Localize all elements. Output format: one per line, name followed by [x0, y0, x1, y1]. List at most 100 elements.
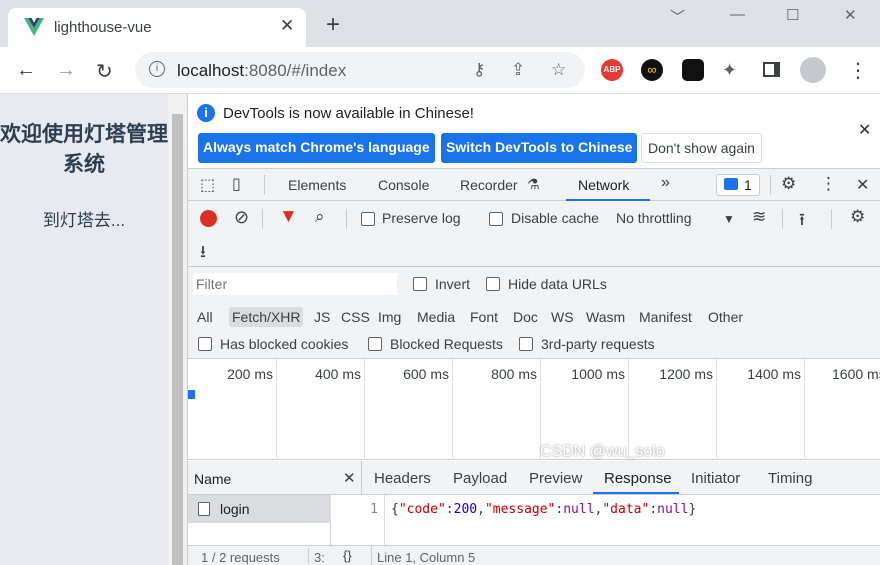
devtools-menu-icon[interactable]: ⋮ [820, 174, 837, 194]
settings-gear-icon[interactable]: ⚙ [781, 174, 796, 194]
type-filter-ws[interactable]: WS [548, 307, 577, 327]
tab-initiator[interactable]: Initiator [691, 470, 740, 487]
preserve-log-checkbox[interactable] [361, 212, 375, 226]
network-filter-bar: Invert Hide data URLs All Fetch/XHR JS C… [188, 267, 880, 359]
browser-tab[interactable]: lighthouse-vue ✕ [8, 8, 306, 47]
response-json-line: {"code":200,"message":null,"data":null} [391, 502, 697, 517]
lighthouse-link[interactable]: 到灯塔去... [0, 206, 168, 231]
response-body[interactable]: 1 {"code":200,"message":null,"data":null… [331, 495, 880, 545]
blocked-requests-checkbox[interactable] [368, 337, 382, 351]
type-filter-wasm[interactable]: Wasm [583, 307, 628, 327]
recorder-flask-icon: ⚗ [527, 176, 540, 192]
devtools-tabbar: ⬚ ▯ Elements Console Recorder ⚗ Network … [188, 168, 880, 201]
request-row[interactable]: login [188, 495, 331, 523]
window-close-icon[interactable]: ✕ [844, 6, 857, 24]
type-filter-font[interactable]: Font [467, 307, 501, 327]
adblock-icon[interactable]: ABP [601, 59, 623, 81]
tab-timing[interactable]: Timing [768, 470, 812, 487]
timeline-tick-label: 800 ms [491, 366, 537, 382]
type-filter-js[interactable]: JS [311, 307, 333, 327]
infobar-close-icon[interactable]: ✕ [858, 120, 871, 140]
pretty-print-icon[interactable]: {} [343, 548, 352, 563]
divider [371, 546, 372, 565]
tab-title: lighthouse-vue [54, 19, 152, 36]
filter-input[interactable] [193, 273, 397, 295]
forward-icon[interactable]: → [56, 59, 76, 82]
type-filter-all[interactable]: All [194, 307, 216, 327]
share-icon[interactable]: ⇪ [511, 60, 525, 80]
divider [782, 209, 783, 229]
type-filter-media[interactable]: Media [414, 307, 458, 327]
issues-icon [724, 178, 738, 190]
close-devtools-icon[interactable]: ✕ [856, 175, 869, 195]
extension-dark-icon[interactable] [682, 59, 704, 81]
transfer-size: 3: [314, 550, 325, 565]
tab-elements[interactable]: Elements [288, 177, 346, 193]
timeline-tick-label: 600 ms [403, 366, 449, 382]
extensions-puzzle-icon[interactable]: ✦ [722, 60, 737, 81]
bookmark-star-icon[interactable]: ☆ [551, 60, 566, 80]
export-har-icon[interactable]: ⭳ [200, 239, 206, 268]
profile-avatar[interactable] [800, 57, 826, 83]
name-column-header[interactable]: Name [188, 461, 331, 495]
search-icon[interactable]: ⌕ [315, 207, 325, 227]
disable-cache-label: Disable cache [511, 210, 599, 226]
kebab-menu-icon[interactable]: ⋮ [848, 58, 868, 83]
tab-close-icon[interactable]: ✕ [280, 16, 294, 36]
side-panel-icon[interactable] [763, 62, 780, 77]
disable-cache-checkbox[interactable] [489, 212, 503, 226]
always-match-language-button[interactable]: Always match Chrome's language [198, 133, 435, 163]
throttling-select[interactable]: No throttling [616, 210, 691, 226]
back-icon[interactable]: ← [16, 59, 36, 82]
minimize-icon[interactable]: — [730, 6, 745, 23]
network-conditions-icon[interactable]: ≋ [752, 207, 766, 227]
page-viewport: 欢迎使用灯塔管理系统 到灯塔去... [0, 94, 168, 565]
third-party-checkbox[interactable] [519, 337, 533, 351]
page-scrollbar-thumb[interactable] [172, 114, 183, 565]
hide-data-urls-checkbox[interactable] [486, 277, 500, 291]
inspect-element-icon[interactable]: ⬚ [200, 175, 215, 195]
tab-search-icon[interactable]: ﹀ [670, 6, 685, 27]
tab-headers[interactable]: Headers [374, 470, 431, 487]
site-info-icon[interactable]: i [149, 61, 165, 77]
close-detail-icon[interactable]: ✕ [343, 469, 356, 487]
switch-to-chinese-button[interactable]: Switch DevTools to Chinese [441, 133, 638, 163]
tab-response[interactable]: Response [604, 470, 672, 487]
issues-badge[interactable]: 1 [716, 174, 760, 196]
tab-recorder[interactable]: Recorder [460, 177, 518, 193]
type-filter-fetch-xhr[interactable]: Fetch/XHR [229, 307, 304, 327]
divider [262, 209, 263, 229]
tab-preview[interactable]: Preview [529, 470, 582, 487]
new-tab-icon[interactable]: + [326, 13, 340, 37]
timeline-tick-label: 1000 ms [571, 366, 625, 382]
type-filter-doc[interactable]: Doc [510, 307, 541, 327]
tab-network[interactable]: Network [578, 177, 629, 193]
timeline-tick-label: 1200 ms [659, 366, 713, 382]
has-blocked-cookies-checkbox[interactable] [198, 337, 212, 351]
request-name: login [220, 501, 250, 517]
type-filter-other[interactable]: Other [705, 307, 746, 327]
tab-payload[interactable]: Payload [453, 470, 507, 487]
more-tabs-icon[interactable]: » [661, 174, 670, 192]
address-bar[interactable]: i localhost:8080/#/index ⚷ ⇪ ☆ [135, 52, 585, 88]
record-icon[interactable] [200, 210, 217, 227]
key-icon[interactable]: ⚷ [473, 60, 485, 80]
filter-funnel-icon[interactable]: ▼ [279, 206, 298, 228]
type-filter-manifest[interactable]: Manifest [636, 307, 695, 327]
infinity-extension-icon[interactable]: ∞ [641, 59, 663, 81]
maximize-icon[interactable]: ☐ [786, 6, 799, 24]
invert-checkbox[interactable] [413, 277, 427, 291]
device-toolbar-icon[interactable]: ▯ [232, 174, 241, 194]
dont-show-again-button[interactable]: Don't show again [641, 133, 762, 163]
clear-icon[interactable]: ⊘ [234, 207, 249, 228]
line-gutter: 1 [331, 495, 385, 545]
type-filter-img[interactable]: Img [375, 307, 404, 327]
timeline-tick-label: 1400 ms [747, 366, 801, 382]
throttling-dropdown-icon[interactable]: ▼ [723, 212, 735, 226]
reload-icon[interactable]: ↻ [96, 59, 113, 84]
import-har-icon[interactable]: ⭱ [799, 207, 805, 236]
network-overview-timeline[interactable]: 200 ms 400 ms 600 ms 800 ms 1000 ms 1200… [188, 359, 880, 460]
tab-console[interactable]: Console [378, 177, 429, 193]
network-settings-icon[interactable]: ⚙ [850, 207, 865, 227]
type-filter-css[interactable]: CSS [338, 307, 373, 327]
